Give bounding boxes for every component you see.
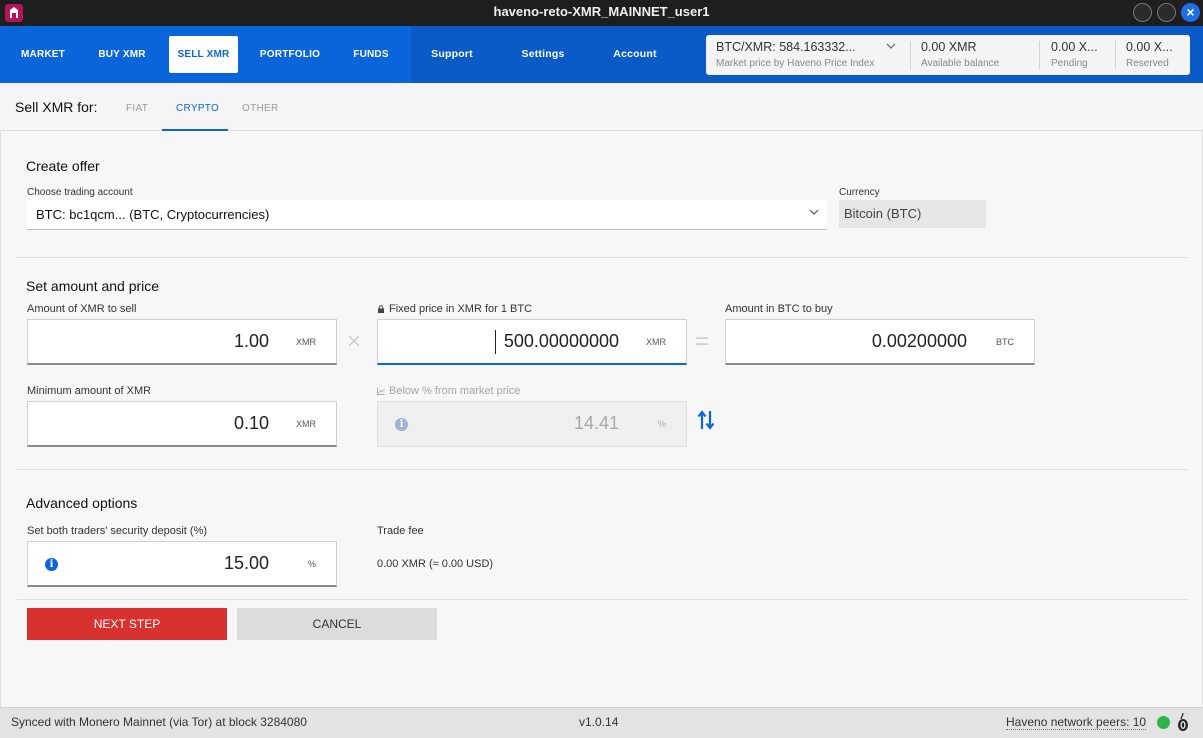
tor-icon (1178, 712, 1188, 731)
nav-sell-xmr[interactable]: SELL XMR (169, 36, 238, 73)
market-price-value: BTC/XMR: 584.163332... (716, 40, 856, 54)
maximize-button[interactable] (1157, 3, 1176, 22)
fixed-price-value: 500.00000000 (503, 331, 619, 351)
below-market-label: Below % from market price (377, 385, 520, 397)
nav-market[interactable]: MARKET (13, 26, 73, 83)
min-amount-unit: XMR (296, 419, 316, 429)
below-market-label-text: Below % from market price (389, 385, 521, 397)
trading-account-select[interactable]: BTC: bc1qcm... (BTC, Cryptocurrencies) (27, 200, 827, 230)
network-peers[interactable]: Haveno network peers: 10 (1006, 715, 1147, 730)
security-deposit-unit: % (307, 559, 316, 569)
connection-status-icon (1157, 716, 1170, 729)
min-amount-input[interactable]: 0.10 XMR (27, 401, 337, 447)
info-icon[interactable]: i (45, 558, 58, 571)
chevron-down-icon (809, 207, 819, 220)
buy-amount-unit: BTC (996, 337, 1014, 347)
market-price-selector[interactable]: BTC/XMR: 584.163332... Market price by H… (706, 35, 910, 75)
nav-settings[interactable]: Settings (513, 26, 573, 83)
buy-amount-value: 0.00200000 (871, 331, 967, 351)
lock-icon (378, 305, 384, 313)
advanced-options-title: Advanced options (26, 495, 138, 511)
trade-fee-label: Trade fee (377, 525, 424, 537)
currency-value: Bitcoin (BTC) (844, 206, 922, 221)
security-deposit-label: Set both traders' security deposit (%) (27, 525, 208, 537)
available-balance-label: Available balance (921, 58, 1000, 69)
tab-other[interactable]: OTHER (242, 103, 279, 114)
pending-balance-label: Pending (1051, 58, 1088, 69)
nav-support[interactable]: Support (422, 26, 482, 83)
title-bar: haveno-reto-XMR_MAINNET_user1 × (0, 0, 1203, 26)
below-market-value: 14.41 (573, 413, 619, 433)
status-bar: Synced with Monero Mainnet (via Tor) at … (0, 707, 1203, 738)
min-amount-label: Minimum amount of XMR (27, 385, 152, 397)
below-market-unit: % (657, 419, 666, 429)
reserved-balance-label: Reserved (1126, 58, 1169, 69)
create-offer-title: Create offer (26, 158, 100, 174)
reserved-balance: 0.00 X... Reserved (1116, 35, 1190, 75)
sell-for-label: Sell XMR for: (15, 99, 98, 115)
chart-icon (377, 387, 385, 395)
currency-field: Bitcoin (BTC) (839, 200, 986, 228)
balance-panel: BTC/XMR: 584.163332... Market price by H… (706, 35, 1190, 75)
trading-account-value: BTC: bc1qcm... (BTC, Cryptocurrencies) (36, 207, 270, 222)
pending-balance: 0.00 X... Pending (1040, 35, 1115, 75)
below-market-input: i 14.41 % (377, 401, 687, 447)
payment-type-tabs: Sell XMR for: FIAT CRYPTO OTHER (0, 83, 1203, 131)
nav-buy-xmr[interactable]: BUY XMR (92, 26, 152, 83)
amount-input[interactable]: 1.00 XMR (27, 319, 337, 365)
reserved-balance-value: 0.00 X... (1126, 40, 1173, 54)
equals-icon: = (695, 328, 710, 355)
buy-amount-label: Amount in BTC to buy (725, 303, 833, 315)
chevron-down-icon (886, 41, 896, 54)
text-cursor (495, 330, 496, 354)
amount-unit: XMR (296, 337, 316, 347)
main-navbar: MARKET BUY XMR SELL XMR PORTFOLIO FUNDS … (0, 26, 1203, 83)
info-icon: i (395, 418, 408, 431)
fixed-price-input[interactable]: 500.00000000 XMR (377, 319, 687, 365)
window-title: haveno-reto-XMR_MAINNET_user1 (493, 4, 710, 19)
fixed-price-unit: XMR (646, 337, 666, 347)
fixed-price-label-text: Fixed price in XMR for 1 BTC (389, 303, 533, 315)
minimize-button[interactable] (1133, 3, 1152, 22)
nav-funds[interactable]: FUNDS (345, 26, 397, 83)
create-offer-form: Create offer Choose trading account BTC:… (0, 131, 1203, 707)
section-divider (17, 257, 1188, 258)
trade-fee-value: 0.00 XMR (≈ 0.00 USD) (377, 558, 494, 570)
available-balance: 0.00 XMR Available balance (911, 35, 1039, 75)
app-version: v1.0.14 (579, 715, 619, 729)
market-price-label: Market price by Haveno Price Index (716, 58, 875, 69)
nav-portfolio[interactable]: PORTFOLIO (255, 26, 325, 83)
trading-account-label: Choose trading account (27, 187, 133, 198)
currency-label: Currency (839, 187, 880, 198)
close-button[interactable]: × (1181, 3, 1200, 22)
tab-crypto[interactable]: CRYPTO (176, 103, 219, 114)
cancel-button[interactable]: CANCEL (237, 608, 437, 640)
min-amount-value: 0.10 (233, 413, 269, 433)
nav-account[interactable]: Account (605, 26, 665, 83)
next-step-button[interactable]: NEXT STEP (27, 608, 227, 640)
swap-price-icon[interactable] (697, 409, 715, 431)
tab-fiat[interactable]: FIAT (126, 103, 148, 114)
app-window: haveno-reto-XMR_MAINNET_user1 × MARKET B… (0, 0, 1203, 738)
available-balance-value: 0.00 XMR (921, 40, 977, 54)
pending-balance-value: 0.00 X... (1051, 40, 1098, 54)
buy-amount-input[interactable]: 0.00200000 BTC (725, 319, 1035, 365)
times-icon: × (347, 328, 362, 355)
fixed-price-label: Fixed price in XMR for 1 BTC (377, 303, 532, 315)
amount-price-title: Set amount and price (26, 278, 160, 294)
amount-value: 1.00 (233, 331, 269, 351)
sync-status: Synced with Monero Mainnet (via Tor) at … (11, 715, 307, 729)
close-icon: × (1186, 4, 1195, 20)
section-divider (17, 599, 1188, 600)
security-deposit-value: 15.00 (223, 553, 269, 573)
amount-label: Amount of XMR to sell (27, 303, 137, 315)
section-divider (17, 469, 1188, 470)
security-deposit-input[interactable]: i 15.00 % (27, 541, 337, 587)
